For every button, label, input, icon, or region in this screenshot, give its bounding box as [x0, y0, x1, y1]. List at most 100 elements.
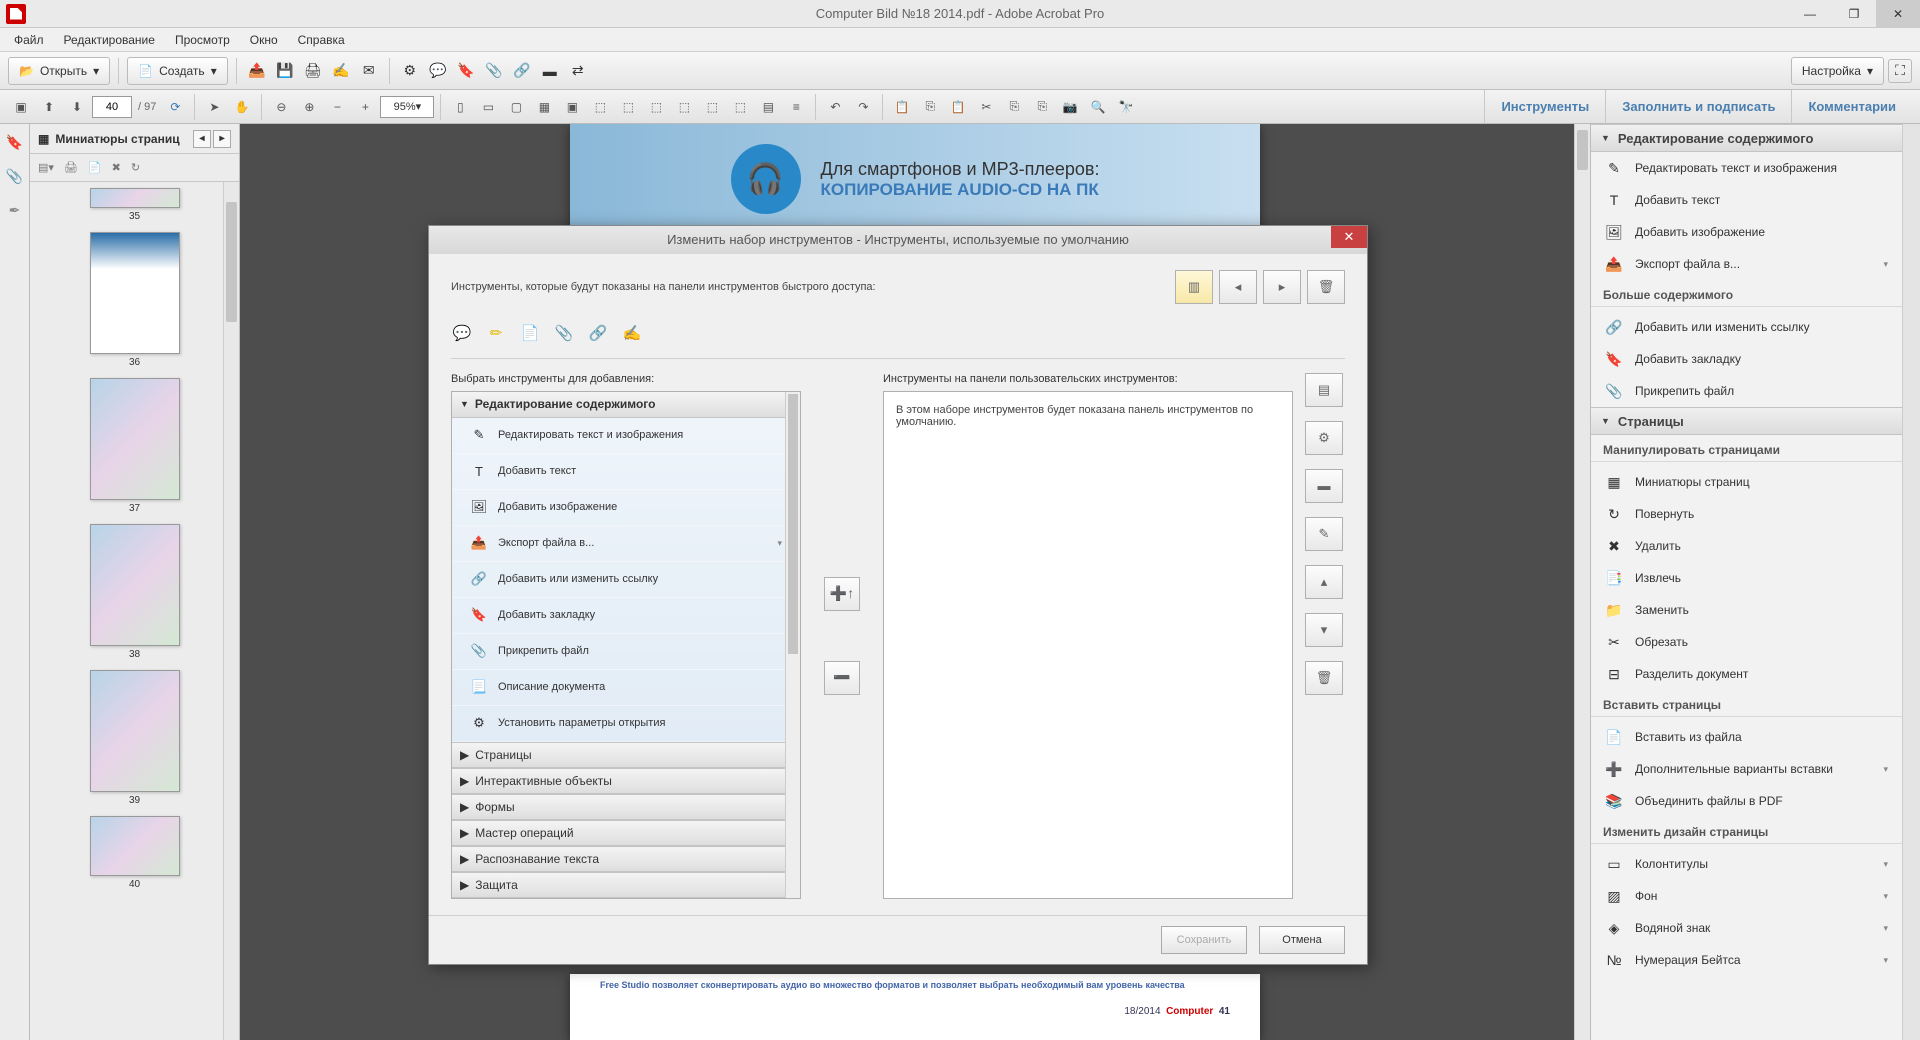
dup-icon[interactable]: ⎘ [1001, 94, 1027, 120]
zoom-combo[interactable]: 95% ▾ [380, 96, 434, 118]
tab-comments[interactable]: Комментарии [1791, 90, 1912, 124]
tool-item[interactable]: ✂Обрезать [1591, 626, 1902, 658]
minus-icon[interactable]: − [324, 94, 350, 120]
menu-view[interactable]: Просмотр [165, 33, 240, 47]
maximize-button[interactable]: ❐ [1832, 0, 1876, 28]
thumb-40[interactable] [90, 816, 180, 876]
t1-icon[interactable]: ⬚ [587, 94, 613, 120]
paste-icon[interactable]: 📋 [945, 94, 971, 120]
tab-fill-sign[interactable]: Заполнить и подписать [1605, 90, 1791, 124]
plus-icon[interactable]: + [352, 94, 378, 120]
single-page-icon[interactable]: ▢ [503, 94, 529, 120]
two-page-icon[interactable]: ▣ [559, 94, 585, 120]
qa-icon-4[interactable]: 📎 [553, 322, 575, 344]
mail-icon[interactable]: ✉ [357, 59, 381, 83]
prev-toolset-button[interactable]: ◂ [1219, 270, 1257, 304]
tree-cat-edit[interactable]: ▼Редактирование содержимого [452, 392, 800, 418]
binoculars-icon[interactable]: 🔭 [1113, 94, 1139, 120]
close-window-button[interactable]: ✕ [1876, 0, 1920, 28]
zoom-in-sel-icon[interactable]: ⊕ [296, 94, 322, 120]
fullscreen-icon[interactable]: ⛶ [1888, 59, 1912, 83]
t2-icon[interactable]: ⬚ [615, 94, 641, 120]
thumb-35[interactable] [90, 188, 180, 208]
page-down-icon[interactable]: ⬇ [64, 94, 90, 120]
clipboard-icon[interactable]: 📋 [889, 94, 915, 120]
zoom-out-sel-icon[interactable]: ⊖ [268, 94, 294, 120]
thumb-38[interactable] [90, 524, 180, 646]
fit-page-icon[interactable]: ▯ [447, 94, 473, 120]
tree-category[interactable]: ▶Страницы [452, 742, 800, 768]
thumbs-tb5[interactable]: ↻ [131, 161, 140, 174]
thumb-36[interactable] [90, 232, 180, 354]
sig-icon[interactable]: ✒ [5, 200, 25, 220]
menu-file[interactable]: Файл [4, 33, 54, 47]
menu-window[interactable]: Окно [240, 33, 288, 47]
print-icon[interactable]: 🖨 [301, 59, 325, 83]
tool-item[interactable]: ▦Миниатюры страниц [1591, 466, 1902, 498]
thumbs-tb1[interactable]: ▤▾ [38, 161, 54, 174]
tool-item[interactable]: 📑Извлечь [1591, 562, 1902, 594]
tool-item[interactable]: 📄Вставить из файла [1591, 721, 1902, 753]
camera-icon[interactable]: 📷 [1057, 94, 1083, 120]
thumbs-tb4[interactable]: ✖ [112, 161, 121, 174]
search-icon[interactable]: 🔍 [1085, 94, 1111, 120]
add-tool-button[interactable]: ➕↑ [824, 577, 860, 611]
section-pages[interactable]: ▼Страницы [1591, 407, 1902, 435]
tree-category[interactable]: ▶Защита [452, 872, 800, 898]
t6-icon[interactable]: ⬚ [727, 94, 753, 120]
doc-scrollbar[interactable] [1574, 124, 1590, 1040]
tool-item[interactable]: ▨Фон▾ [1591, 880, 1902, 912]
thumbs-next[interactable]: ▸ [213, 130, 231, 148]
tool-item[interactable]: 📚Объединить файлы в PDF [1591, 785, 1902, 817]
tree-scrollbar[interactable] [785, 392, 800, 898]
delete-toolset-button[interactable]: 🗑 [1307, 270, 1345, 304]
thumbs-tb2[interactable]: 🖨 [64, 161, 78, 174]
cancel-button[interactable]: Отмена [1259, 926, 1345, 954]
customize-button[interactable]: Настройка ▾ [1791, 57, 1884, 85]
tree-category[interactable]: ▶Мастер операций [452, 820, 800, 846]
tool-item[interactable]: ✎Редактировать текст и изображения [1591, 152, 1902, 184]
tree-item[interactable]: 🔗Добавить или изменить ссылку [452, 562, 800, 598]
t7-icon[interactable]: ▤ [755, 94, 781, 120]
qa-icon-2[interactable]: ✏ [485, 322, 507, 344]
save-icon[interactable]: 💾 [273, 59, 297, 83]
create-button[interactable]: 📄 Создать ▾ [127, 57, 228, 85]
undo-icon[interactable]: ↶ [822, 94, 848, 120]
t5-icon[interactable]: ⬚ [699, 94, 725, 120]
tool-item[interactable]: 📤Экспорт файла в...▾ [1591, 248, 1902, 280]
tool-item[interactable]: 🔖Добавить закладку [1591, 343, 1902, 375]
thumb-39[interactable] [90, 670, 180, 792]
tool-item[interactable]: ↻Повернуть [1591, 498, 1902, 530]
refresh-icon[interactable]: ⟳ [162, 94, 188, 120]
tool-item[interactable]: 📎Прикрепить файл [1591, 375, 1902, 407]
show-nav-icon[interactable]: ▣ [8, 94, 34, 120]
tool-item[interactable]: ➕Дополнительные варианты вставки▾ [1591, 753, 1902, 785]
tree-item[interactable]: ✎Редактировать текст и изображения [452, 418, 800, 454]
page-input[interactable] [92, 96, 132, 118]
r-btn-2[interactable]: ⚙ [1305, 421, 1343, 455]
fit-width-icon[interactable]: ▭ [475, 94, 501, 120]
export-icon[interactable]: 📤 [245, 59, 269, 83]
remove-tool-button[interactable]: ➖ [824, 661, 860, 695]
tree-category[interactable]: ▶Формы [452, 794, 800, 820]
tool-item[interactable]: ◈Водяной знак▾ [1591, 912, 1902, 944]
tree-item[interactable]: ⚙Установить параметры открытия [452, 706, 800, 742]
thumb-37[interactable] [90, 378, 180, 500]
hand-icon[interactable]: ✋ [229, 94, 255, 120]
r-btn-1[interactable]: ▤ [1305, 373, 1343, 407]
sign-icon[interactable]: ✍ [329, 59, 353, 83]
redact-icon[interactable]: ▬ [538, 59, 562, 83]
dup2-icon[interactable]: ⎘ [1029, 94, 1055, 120]
link-icon[interactable]: 🔗 [510, 59, 534, 83]
redo-icon[interactable]: ↷ [850, 94, 876, 120]
tree-item[interactable]: TДобавить текст [452, 454, 800, 490]
tab-tools[interactable]: Инструменты [1484, 90, 1605, 124]
continuous-icon[interactable]: ▦ [531, 94, 557, 120]
minimize-button[interactable]: — [1788, 0, 1832, 28]
stamp-icon[interactable]: 🔖 [454, 59, 478, 83]
tool-item[interactable]: №Нумерация Бейтса▾ [1591, 944, 1902, 976]
tree-item[interactable]: 🔖Добавить закладку [452, 598, 800, 634]
compare-icon[interactable]: ⇄ [566, 59, 590, 83]
tool-item[interactable]: ✖Удалить [1591, 530, 1902, 562]
thumbs-prev[interactable]: ◂ [193, 130, 211, 148]
